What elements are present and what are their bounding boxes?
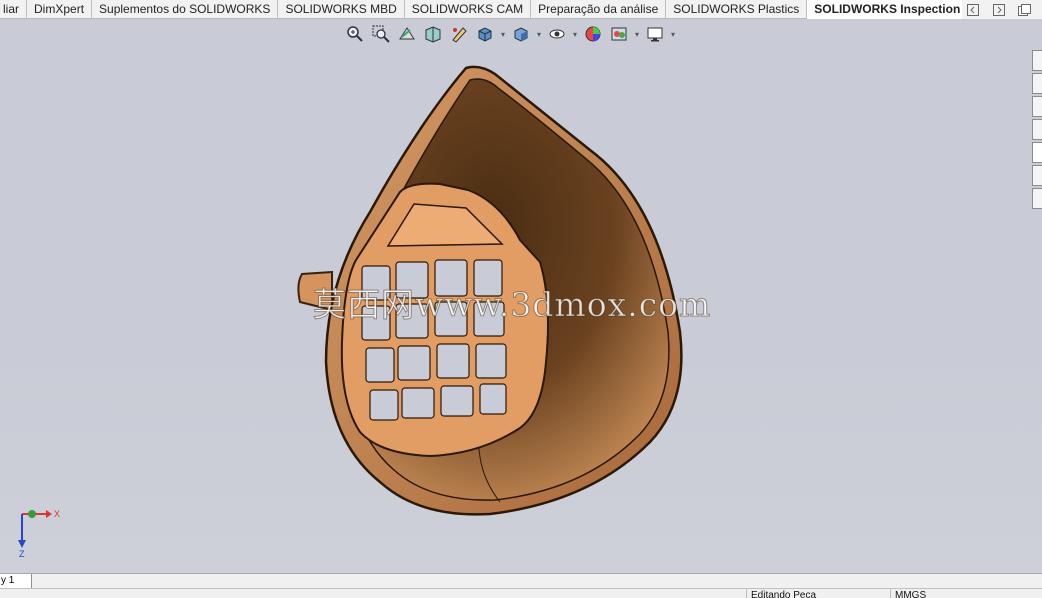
status-units[interactable]: MMGS (890, 589, 930, 598)
tab-suplementos[interactable]: Suplementos do SOLIDWORKS (92, 0, 279, 18)
dock-right-icon[interactable] (988, 2, 1010, 18)
section-view-icon[interactable] (421, 23, 445, 45)
display-style-icon[interactable] (509, 23, 533, 45)
zoom-to-fit-icon[interactable] (343, 23, 367, 45)
tab-controls (962, 0, 1042, 19)
previous-view-icon[interactable] (395, 23, 419, 45)
status-editing: Editando Peça (746, 589, 820, 598)
view-orientation-icon[interactable] (473, 23, 497, 45)
view-orientation-dropdown[interactable]: ▾ (499, 23, 507, 45)
tab-plastics[interactable]: SOLIDWORKS Plastics (666, 0, 808, 18)
task-pane-tabs (1032, 50, 1042, 215)
view-settings-icon[interactable] (643, 23, 667, 45)
tab-dimxpert[interactable]: DimXpert (27, 0, 93, 18)
edit-appearance-icon[interactable] (581, 23, 605, 45)
tab-cam[interactable]: SOLIDWORKS CAM (404, 0, 532, 18)
apply-scene-dropdown[interactable]: ▾ (633, 23, 641, 45)
reference-triad: X Z (18, 509, 60, 558)
hide-show-dropdown[interactable]: ▾ (571, 23, 579, 45)
dock-left-icon[interactable] (962, 2, 984, 18)
triad-x-label: X (54, 509, 60, 519)
status-bar: Editando Peça MMGS (0, 588, 1042, 598)
file-explorer-icon[interactable] (1032, 96, 1042, 117)
display-style-dropdown[interactable]: ▾ (535, 23, 543, 45)
triad-y-axis (28, 510, 36, 518)
tab-mbd[interactable]: SOLIDWORKS MBD (278, 0, 405, 18)
watermark-text: 莫西网www.3dmox.com (312, 285, 712, 325)
model-tab-strip: y 1 (0, 573, 1042, 588)
tab-inspection[interactable]: SOLIDWORKS Inspection (807, 0, 969, 19)
tab-auxiliar[interactable]: liar (0, 0, 28, 18)
hide-show-icon[interactable] (545, 23, 569, 45)
solidworks-resources-icon[interactable] (1032, 50, 1042, 71)
view-settings-dropdown[interactable]: ▾ (669, 23, 677, 45)
forum-icon[interactable] (1032, 188, 1042, 209)
zoom-to-area-icon[interactable] (369, 23, 393, 45)
dynamic-annotation-icon[interactable] (447, 23, 471, 45)
custom-properties-icon[interactable] (1032, 165, 1042, 186)
design-library-icon[interactable] (1032, 73, 1042, 94)
apply-scene-icon[interactable] (607, 23, 631, 45)
command-manager-tabs: liar DimXpert Suplementos do SOLIDWORKS … (0, 0, 1042, 19)
triad-z-label: Z (19, 549, 25, 558)
tab-preparacao-analise[interactable]: Preparação da análise (531, 0, 667, 18)
heads-up-view-toolbar: ▾ ▾ ▾ ▾ ▾ (343, 23, 677, 45)
maximize-icon[interactable] (1014, 2, 1036, 18)
appearances-icon[interactable] (1032, 142, 1042, 163)
view-palette-icon[interactable] (1032, 119, 1042, 140)
model-sheet-tab[interactable]: y 1 (0, 574, 32, 588)
